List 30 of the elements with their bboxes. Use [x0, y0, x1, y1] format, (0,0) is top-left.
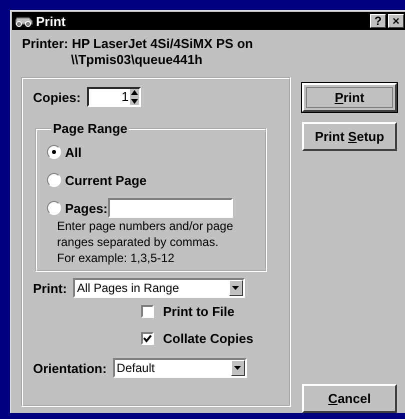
- radio-button[interactable]: [47, 201, 61, 215]
- checkbox-label[interactable]: Print to File: [163, 304, 234, 319]
- radio-label[interactable]: All: [65, 144, 82, 160]
- orientation-label: Orientation:: [33, 360, 107, 376]
- checkbox-label[interactable]: Collate Copies: [163, 331, 254, 346]
- copies-spinner[interactable]: 1: [86, 87, 141, 107]
- checkbox[interactable]: [141, 332, 154, 345]
- printer-label: Printer: HP LaserJet 4Si/4SiMX PS on: [22, 36, 254, 52]
- print-button[interactable]: Print: [302, 83, 397, 112]
- printer-label: \\Tpmis03\queue441h: [70, 52, 204, 68]
- radio-button[interactable]: [47, 173, 61, 187]
- printer-icon: [14, 15, 34, 27]
- print-label: Print:: [33, 280, 67, 296]
- checkbox[interactable]: [141, 305, 154, 318]
- copies-label: Copies:: [33, 90, 81, 104]
- orientation-dropdown[interactable]: Default: [112, 358, 247, 378]
- dropdown-arrow-icon: [234, 366, 242, 370]
- window-title: Print: [36, 14, 66, 28]
- cancel-button[interactable]: Cancel: [302, 384, 397, 413]
- print-dropdown[interactable]: All Pages in Range: [72, 278, 245, 298]
- radio-button[interactable]: [47, 145, 61, 159]
- dropdown-arrow-icon: [232, 286, 240, 290]
- group-title: Page Range: [52, 121, 128, 136]
- pages-field[interactable]: [108, 198, 233, 218]
- hint-text: Enter page numbers and/or page ranges separated by commas. For example: 1,3,5-12: [57, 218, 234, 266]
- radio-label[interactable]: Current Page: [65, 172, 147, 188]
- help-button[interactable]: ?: [370, 14, 386, 28]
- close-button[interactable]: ×: [388, 14, 404, 28]
- radio-label[interactable]: Pages:: [65, 200, 108, 216]
- print-setup-button[interactable]: Print Setup: [302, 122, 397, 151]
